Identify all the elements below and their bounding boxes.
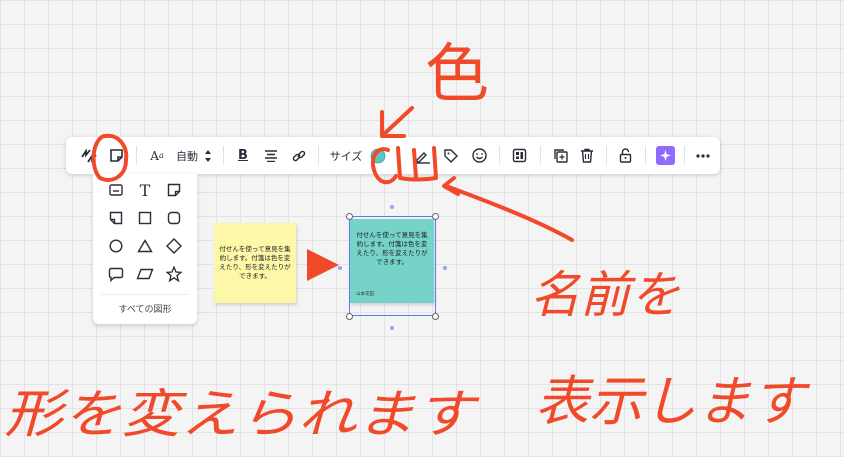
annotation-author-label-line1: 名前を [530,266,680,324]
parallelogram-shape-icon[interactable] [134,263,156,285]
connector-dot-right[interactable] [443,266,447,270]
font-icon[interactable]: Aa [146,137,168,174]
emoji-icon[interactable] [466,137,492,174]
author-icon[interactable] [410,137,436,174]
selection-frame [349,216,436,316]
yellow-sticky-note[interactable]: 付せんを使って意見を集約します。付箋は色を変えたり、形を変えたりができます。 [214,223,296,303]
text-shape-icon[interactable]: T [134,179,156,201]
triangle-shape-icon[interactable] [134,235,156,257]
delete-icon[interactable] [574,137,600,174]
resize-handle-top-right[interactable] [432,213,439,220]
sticky-note-shape-icon[interactable] [163,179,185,201]
lock-icon[interactable] [612,137,638,174]
annotation-shape-label: 形を変えられます [4,385,480,445]
color-swatch-icon[interactable] [368,137,388,174]
duplicate-icon[interactable] [547,137,573,174]
layout-icon[interactable] [506,137,532,174]
sticky-note-icon[interactable] [102,137,130,174]
size-label[interactable]: サイズ [327,137,365,174]
all-shapes-link[interactable]: すべての図形 [93,302,197,315]
connector-dot-left[interactable] [338,266,342,270]
square-shape-icon[interactable] [134,207,156,229]
menu-divider [101,294,189,295]
star-shape-icon[interactable] [163,263,185,285]
resize-handle-top-left[interactable] [346,213,353,220]
rounded-square-shape-icon[interactable] [163,207,185,229]
shape-menu: T すべての図形 [93,174,197,324]
connector-dot-bottom[interactable] [390,326,394,330]
link-icon[interactable] [288,137,310,174]
annotation-color-label: 色 [425,38,489,112]
stepper-icon[interactable] [200,137,216,174]
circle-shape-icon[interactable] [105,235,127,257]
card-shape-icon[interactable] [105,179,127,201]
speech-bubble-shape-icon[interactable] [105,263,127,285]
yellow-note-text: 付せんを使って意見を集約します。付箋は色を変えたり、形を変えたりができます。 [219,245,291,280]
tag-icon[interactable] [438,137,462,174]
resize-handle-bottom-right[interactable] [432,313,439,320]
bold-icon[interactable]: B [233,137,253,174]
arrow-right-icon [305,247,341,287]
diamond-shape-icon[interactable] [163,235,185,257]
folded-note-shape-icon[interactable] [105,207,127,229]
connector-dot-top[interactable] [390,205,394,209]
align-center-icon[interactable] [260,137,282,174]
font-size-value[interactable]: 自動 [172,137,202,174]
annotation-author-label-line2: 表示します [535,370,811,433]
context-toolbar: Aa 自動 B サイズ [66,137,720,174]
ai-sparkle-icon[interactable] [652,137,678,174]
resize-handle-bottom-left[interactable] [346,313,353,320]
more-icon[interactable] [690,137,716,174]
switch-type-icon[interactable] [74,137,104,174]
